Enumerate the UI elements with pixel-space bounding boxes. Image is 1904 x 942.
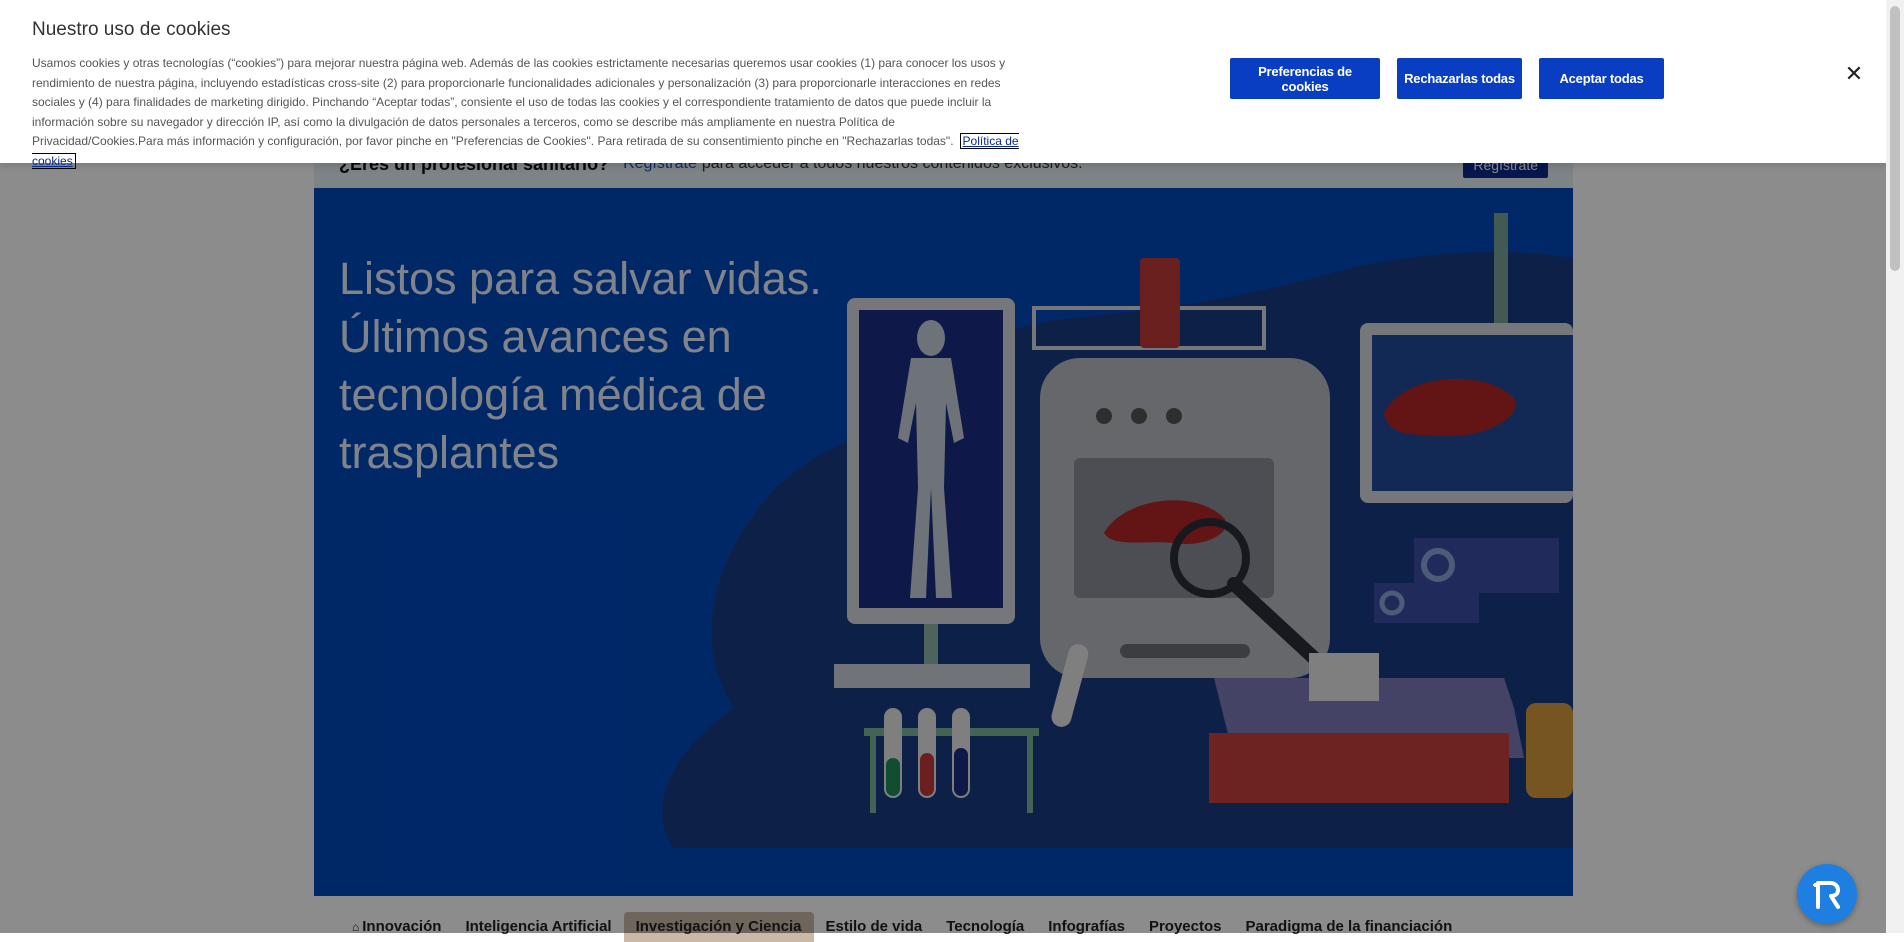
cookie-title: Nuestro uso de cookies: [32, 19, 231, 40]
reject-all-button[interactable]: Rechazarlas todas: [1397, 58, 1522, 99]
scrollbar-thumb[interactable]: [1890, 6, 1900, 271]
cookie-description-text: Usamos cookies y otras tecnologías (“coo…: [32, 56, 1006, 148]
cookie-description: Usamos cookies y otras tecnologías (“coo…: [32, 54, 1022, 171]
assistant-icon: [1813, 881, 1840, 909]
cookie-banner: Nuestro uso de cookies Usamos cookies y …: [0, 0, 1886, 169]
scrollbar[interactable]: [1886, 0, 1904, 933]
accept-all-button[interactable]: Aceptar todas: [1539, 58, 1664, 99]
assistant-button[interactable]: [1797, 864, 1857, 924]
cookie-preferences-button[interactable]: Preferencias de cookies: [1230, 58, 1380, 99]
close-icon[interactable]: ✕: [1844, 63, 1864, 85]
